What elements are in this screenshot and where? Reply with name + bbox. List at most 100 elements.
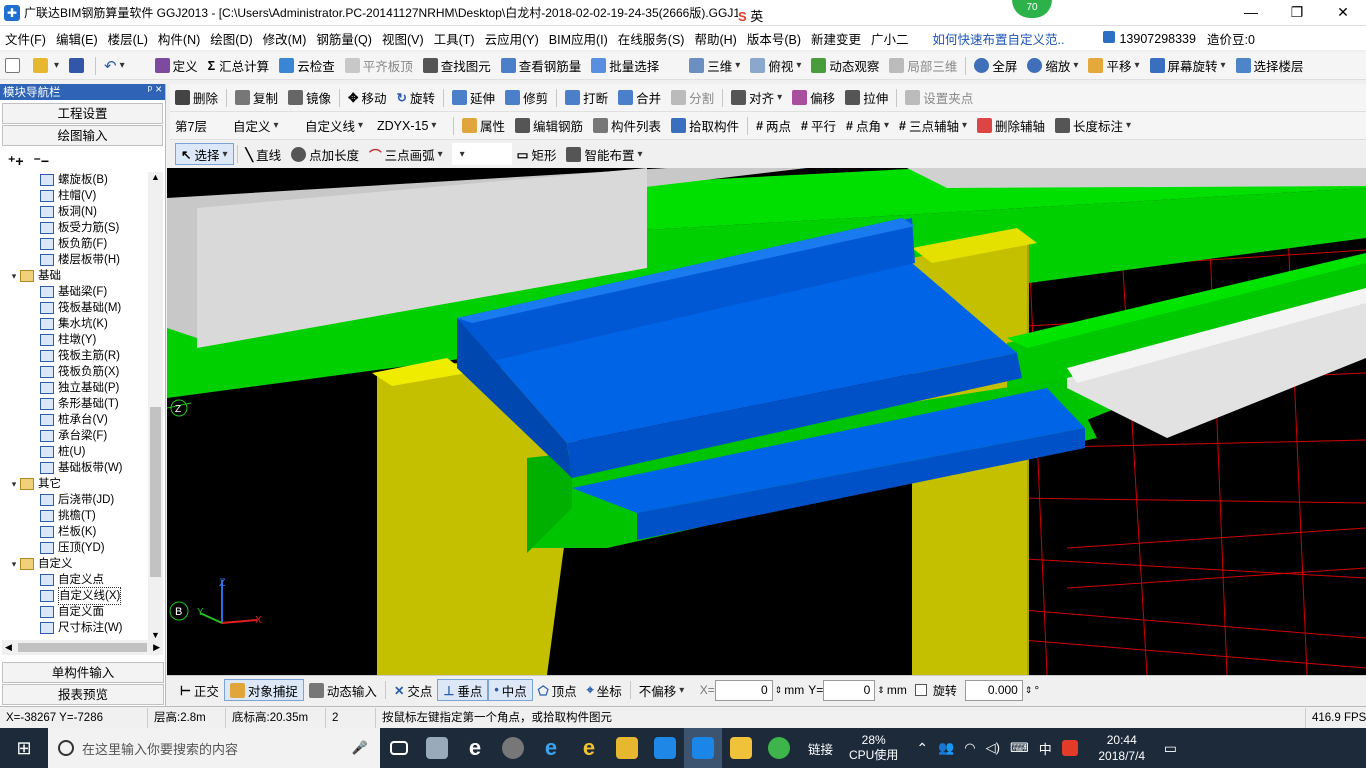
pan-button[interactable]: 平移	[1083, 55, 1144, 77]
rotate-button[interactable]: ↻ 旋转	[392, 87, 441, 109]
tree-group[interactable]: ▾ 自定义	[2, 556, 148, 572]
undo-icon[interactable]: ↶	[99, 55, 130, 77]
task-view-icon[interactable]	[380, 728, 418, 768]
edit-rebar-button[interactable]: 编辑钢筋	[510, 115, 588, 137]
vertex-snap-toggle[interactable]: ⬠ 顶点	[533, 679, 582, 701]
price-beans[interactable]: 造价豆:0	[1202, 29, 1260, 48]
x-offset-input[interactable]: 0	[714, 679, 773, 701]
tree-item[interactable]: 板受力筋(S)	[2, 220, 148, 236]
tree-item[interactable]: 尺寸标注(W)	[2, 620, 148, 636]
select-floor-button[interactable]: 选择楼层	[1231, 55, 1309, 77]
object-snap-toggle[interactable]: 对象捕捉	[223, 679, 304, 701]
ie-browser-2-icon[interactable]: e	[570, 728, 608, 768]
ggj-app-icon[interactable]	[684, 728, 722, 768]
three-point-arc-button[interactable]: ⌒ 三点画弧	[364, 143, 448, 165]
arc-option-select[interactable]	[451, 143, 512, 165]
rotate-spinner[interactable]: ⇕	[1025, 685, 1033, 696]
keyboard-icon[interactable]: ⌨	[1010, 740, 1029, 756]
copy-button[interactable]: 复制	[230, 87, 283, 109]
parallel-axis-button[interactable]: # 平行	[796, 115, 841, 137]
menu-version[interactable]: 版本号(B)	[742, 29, 806, 48]
tree-item[interactable]: 板洞(N)	[2, 204, 148, 220]
menu-modify[interactable]: 修改(M)	[258, 29, 312, 48]
smart-layout-button[interactable]: 智能布置	[561, 143, 647, 165]
minimize-button[interactable]: —	[1228, 0, 1274, 25]
menu-new-change[interactable]: 新建变更	[806, 29, 866, 48]
top-view-button[interactable]: 俯视	[745, 55, 806, 77]
pin-close-icon[interactable]: ᵖ ×	[148, 84, 165, 100]
mirror-button[interactable]: 镜像	[283, 87, 336, 109]
screen-rotate-button[interactable]: 屏幕旋转	[1145, 55, 1231, 77]
menu-file[interactable]: 文件(F)	[0, 29, 51, 48]
tree-item[interactable]: 后浇带(JD)	[2, 492, 148, 508]
perpendicular-snap-toggle[interactable]: ⊥ 垂点	[437, 679, 489, 701]
menu-view[interactable]: 视图(V)	[377, 29, 429, 48]
dynamic-input-toggle[interactable]: 动态输入	[304, 679, 382, 701]
menu-floor[interactable]: 楼层(L)	[103, 29, 153, 48]
help-link[interactable]: 如何快速布置自定义范..	[928, 29, 1070, 48]
tree-item[interactable]: 自定义线(X)	[2, 587, 148, 605]
tree-item[interactable]: 承台梁(F)	[2, 428, 148, 444]
menu-rebar-qty[interactable]: 钢筋量(Q)	[311, 29, 377, 48]
point-angle-button[interactable]: # 点角	[841, 115, 894, 137]
tray-chevron-icon[interactable]: ⌃	[916, 740, 928, 757]
split-button[interactable]: 分割	[666, 87, 719, 109]
tree-item[interactable]: 桩(U)	[2, 444, 148, 460]
subtype-select[interactable]: 自定义线	[300, 115, 372, 137]
single-component-input-button[interactable]: 单构件输入	[2, 662, 164, 683]
menu-online[interactable]: 在线服务(S)	[613, 29, 690, 48]
tree-hscrollbar[interactable]: ◀ ▶	[2, 640, 163, 655]
type-select[interactable]: 自定义	[228, 115, 300, 137]
volume-icon[interactable]: ◁)	[986, 740, 1000, 756]
3d-view-button[interactable]: 三维	[684, 55, 745, 77]
local-3d-button[interactable]: 局部三维	[884, 55, 962, 77]
stretch-button[interactable]: 拉伸	[840, 87, 893, 109]
define-button[interactable]: 定义	[150, 55, 203, 77]
fullscreen-button[interactable]: 全屏	[969, 55, 1022, 77]
report-preview-button[interactable]: 报表预览	[2, 684, 164, 705]
rotate-checkbox[interactable]	[914, 684, 927, 696]
tree-item[interactable]: 栏板(K)	[2, 524, 148, 540]
tree-item[interactable]: 板负筋(F)	[2, 236, 148, 252]
tree-group[interactable]: ▾ 基础	[2, 268, 148, 284]
menu-edit[interactable]: 编辑(E)	[51, 29, 103, 48]
set-grip-button[interactable]: 设置夹点	[900, 87, 978, 109]
ortho-toggle[interactable]: ⊢ 正交	[175, 679, 224, 701]
offset-button[interactable]: 偏移	[787, 87, 840, 109]
delete-axis-button[interactable]: 删除辅轴	[972, 115, 1050, 137]
menu-component[interactable]: 构件(N)	[153, 29, 205, 48]
action-center-icon[interactable]: ▭	[1164, 740, 1177, 757]
sogou-tray-icon[interactable]	[1061, 740, 1078, 756]
tree-item[interactable]: 集水坑(K)	[2, 316, 148, 332]
save-icon[interactable]	[64, 55, 92, 77]
two-point-axis-button[interactable]: # 两点	[751, 115, 796, 137]
trim-button[interactable]: 修剪	[500, 87, 553, 109]
taskbar-search[interactable]: 在这里输入你要搜索的内容 🎤	[48, 728, 380, 768]
tree-item[interactable]: 筏板主筋(R)	[2, 348, 148, 364]
start-button[interactable]: ⊞	[0, 728, 48, 768]
tree-item[interactable]: 自定义面	[2, 604, 148, 620]
ime-indicator[interactable]: S 英	[738, 6, 764, 25]
menu-assistant[interactable]: 广小二	[866, 29, 914, 48]
coordinate-snap-toggle[interactable]: ⌖ 坐标	[582, 679, 627, 701]
offset-mode-select[interactable]: 不偏移	[634, 679, 696, 701]
y-offset-input[interactable]: 0	[823, 679, 876, 701]
menu-help[interactable]: 帮助(H)	[689, 29, 741, 48]
tree-item[interactable]: 基础梁(F)	[2, 284, 148, 300]
menu-draw[interactable]: 绘图(D)	[205, 29, 257, 48]
pick-component-button[interactable]: 拾取构件	[666, 115, 744, 137]
tree-item[interactable]: 挑檐(T)	[2, 508, 148, 524]
tray-person-icon[interactable]: 👥	[938, 740, 954, 756]
notification-badge[interactable]: 70	[1012, 0, 1052, 18]
open-file-icon[interactable]	[28, 55, 64, 77]
expand-all-icon[interactable]: ⁺+	[8, 153, 24, 169]
line-button[interactable]: ╲ 直线	[241, 143, 287, 165]
clock[interactable]: 20:44 2018/7/4	[1092, 732, 1152, 764]
3d-viewport[interactable]: Z B Z Y X	[167, 168, 1366, 675]
batch-select-button[interactable]: 批量选择	[586, 55, 664, 77]
notification-app-icon[interactable]	[494, 728, 532, 768]
properties-button[interactable]: 属性	[457, 115, 510, 137]
3d-model-drawing[interactable]: Z B Z Y X	[167, 168, 1366, 675]
length-dimension-button[interactable]: 长度标注	[1050, 115, 1136, 137]
new-file-icon[interactable]	[0, 55, 28, 77]
